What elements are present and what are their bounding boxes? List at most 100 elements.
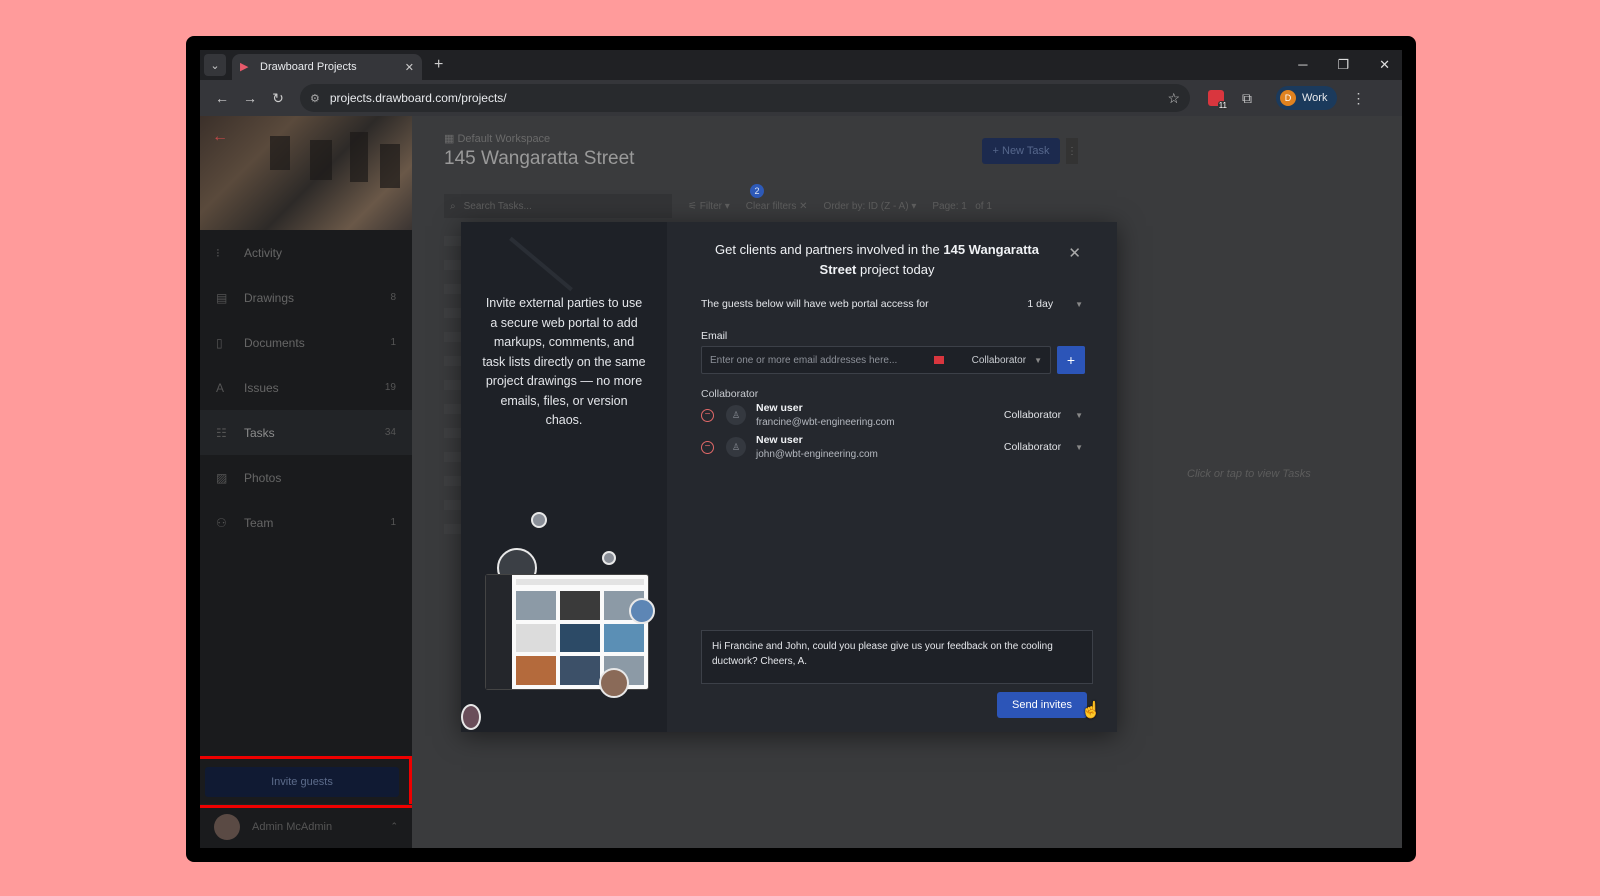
sidebar-item-issues[interactable]: A Issues 19 [200, 365, 412, 410]
sidebar-item-label: Documents [244, 335, 305, 350]
guest-avatar-icon [599, 668, 629, 698]
task-list-placeholder [444, 236, 462, 548]
workspace-breadcrumb[interactable]: ▦ Default Workspace [444, 132, 550, 145]
window-controls: ─ ❐ ✕ [1298, 57, 1402, 73]
profile-avatar: D [1280, 90, 1296, 106]
sidebar-item-drawings[interactable]: ▤ Drawings 8 [200, 275, 412, 320]
sidebar-item-label: Drawings [244, 290, 295, 305]
guest-avatar-icon [531, 512, 547, 528]
order-by-label: Order by: ID (Z - A) [823, 200, 909, 212]
filter-button[interactable]: ⚟ Filter ▾ [688, 201, 730, 212]
sidebar-item-photos[interactable]: ▨ Photos [200, 455, 412, 500]
access-duration-select[interactable]: 1 day [1027, 298, 1053, 310]
search-placeholder: Search Tasks... [463, 200, 532, 212]
pagination: Page: 1 of 1 [932, 201, 992, 212]
new-task-button[interactable]: + New Task [982, 138, 1060, 164]
site-settings-icon[interactable]: ⚙ [310, 92, 320, 105]
guest-role-select[interactable]: Collaborator [1004, 441, 1061, 453]
clear-filters-label: Clear filters [745, 200, 797, 212]
chevron-down-icon[interactable]: ▼ [1075, 300, 1083, 309]
sidebar-item-count: 1 [390, 517, 396, 528]
empty-state-hint: Click or tap to view Tasks [1187, 468, 1311, 480]
bookmark-star-icon[interactable]: ☆ [1167, 90, 1180, 107]
sidebar-item-count: 19 [384, 382, 396, 393]
workspace-icon: ▦ [444, 133, 458, 145]
page-value[interactable]: 1 [961, 201, 967, 212]
sidebar-item-activity[interactable]: ⁝ Activity [200, 230, 412, 275]
email-input[interactable]: Enter one or more email addresses here..… [701, 346, 1051, 374]
tab-title: Drawboard Projects [260, 61, 357, 73]
chevron-up-icon: ⌃ [390, 821, 398, 831]
reload-icon[interactable]: ↻ [264, 90, 292, 107]
filter-count-badge: 2 [750, 184, 764, 198]
sidebar-item-team[interactable]: ⚇ Team 1 [200, 500, 412, 545]
tasks-toolbar: ⌕ Search Tasks... ⚟ Filter ▾ 2 Clear fil… [444, 184, 1084, 218]
more-options-icon[interactable]: ⋮ [1066, 138, 1078, 164]
sidebar-item-tasks[interactable]: ☷ Tasks 34 [200, 410, 412, 455]
send-invites-button[interactable]: Send invites [997, 692, 1087, 718]
heading-prefix: Get clients and partners involved in the [715, 242, 940, 257]
chevron-down-icon[interactable]: ▼ [1075, 443, 1083, 452]
extensions-puzzle-icon[interactable]: ⧉ [1242, 90, 1258, 106]
profile-button[interactable]: D Work [1276, 86, 1338, 110]
forward-arrow-icon[interactable]: → [236, 90, 264, 106]
photos-icon: ▨ [216, 470, 228, 485]
decorative-line [509, 236, 573, 292]
password-manager-icon[interactable] [933, 356, 944, 364]
new-tab-icon[interactable]: + [434, 56, 443, 74]
user-menu[interactable]: Admin McAdmin ⌃ [200, 804, 412, 848]
drawings-icon: ▤ [216, 290, 228, 305]
remove-guest-icon[interactable]: − [701, 408, 714, 422]
sidebar-item-label: Tasks [244, 425, 275, 440]
guest-role-select[interactable]: Collaborator [1004, 409, 1061, 421]
add-email-button[interactable]: + [1057, 346, 1085, 374]
app-viewport: ← ⁝ Activity ▤ Drawings 8 ▯ Documents 1 [200, 116, 1402, 848]
close-icon[interactable]: ✕ [1068, 244, 1081, 262]
clear-filters-button[interactable]: Clear filters ✕ [746, 201, 808, 212]
invite-form: ✕ Get clients and partners involved in t… [667, 222, 1117, 732]
guest-avatar-icon [629, 598, 655, 624]
collaborator-group-label: Collaborator [701, 388, 759, 400]
tab-search-button[interactable]: ⌄ [204, 54, 226, 76]
invite-guests-button[interactable]: Invite guests [205, 767, 399, 797]
browser-menu-icon[interactable]: ⋮ [1351, 90, 1365, 107]
close-window-icon[interactable]: ✕ [1379, 57, 1390, 73]
extension-badge: 11 [1217, 101, 1228, 110]
project-cover-photo: ← [200, 116, 412, 230]
browser-toolbar: ← → ↻ ⚙ projects.drawboard.com/projects/… [200, 80, 1402, 116]
tab-close-icon[interactable]: ✕ [405, 61, 414, 74]
guest-email: francine@wbt-engineering.com [756, 417, 895, 428]
browser-tab[interactable]: ▶ Drawboard Projects ✕ [232, 54, 422, 80]
user-name: Admin McAdmin [252, 820, 333, 833]
chevron-down-icon[interactable]: ▼ [1034, 356, 1042, 365]
search-input[interactable]: ⌕ Search Tasks... [444, 194, 672, 218]
document-icon: ▯ [216, 335, 223, 350]
order-by-select[interactable]: Order by: ID (Z - A) ▾ [824, 201, 917, 212]
restore-icon[interactable]: ❐ [1337, 57, 1349, 73]
minimize-icon[interactable]: ─ [1298, 57, 1307, 73]
invite-description: Invite external parties to use a secure … [482, 296, 646, 427]
calendar-extension-icon[interactable]: 11 [1208, 90, 1228, 110]
chevron-down-icon[interactable]: ▼ [1075, 411, 1083, 420]
sidebar-item-label: Activity [244, 245, 283, 260]
tab-strip: ⌄ ▶ Drawboard Projects ✕ + ─ ❐ ✕ [200, 50, 1402, 80]
sidebar-item-count: 34 [384, 427, 396, 438]
invite-message-textarea[interactable]: Hi Francine and John, could you please g… [701, 630, 1093, 684]
back-arrow-icon[interactable]: ← [212, 128, 228, 146]
modal-illustration-panel: Invite external parties to use a secure … [461, 222, 667, 732]
sidebar-item-count: 8 [390, 292, 396, 303]
back-arrow-icon[interactable]: ← [208, 90, 236, 106]
remove-guest-icon[interactable]: − [701, 440, 714, 454]
guest-name: New user [756, 402, 803, 414]
guest-avatar-icon [461, 704, 481, 730]
email-role-select[interactable]: Collaborator [972, 355, 1026, 366]
page-label: Page: [932, 200, 959, 212]
page-of: of 1 [975, 200, 992, 212]
search-icon: ⌕ [450, 200, 456, 212]
sidebar-item-documents[interactable]: ▯ Documents 1 [200, 320, 412, 365]
address-bar[interactable]: ⚙ projects.drawboard.com/projects/ ☆ [300, 84, 1190, 112]
guest-avatar-icon [602, 551, 616, 565]
activity-icon: ⁝ [216, 245, 220, 260]
filter-label: Filter [699, 200, 722, 212]
invite-guests-modal: Invite external parties to use a secure … [461, 222, 1117, 732]
